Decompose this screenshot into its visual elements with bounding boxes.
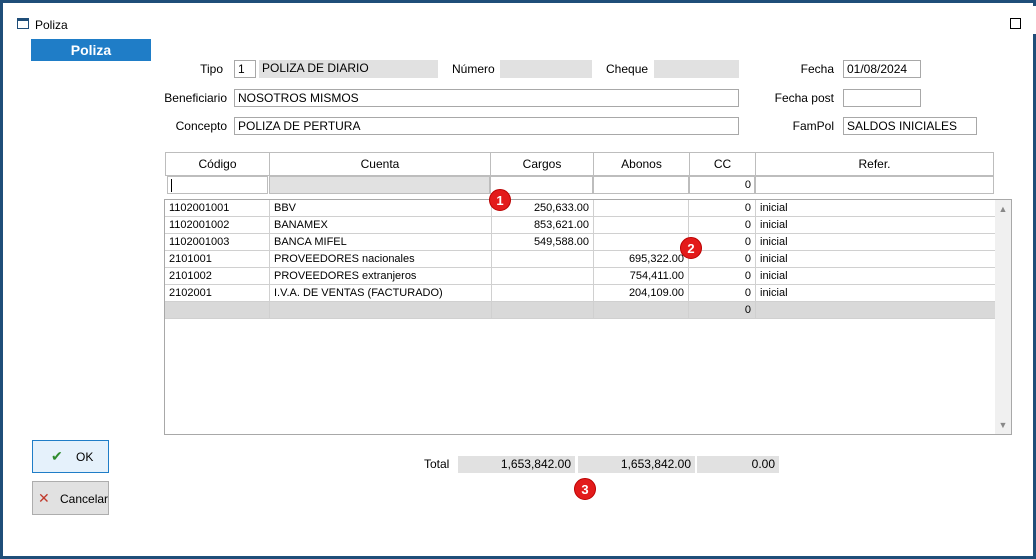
table-row[interactable]: 2102001 I.V.A. DE VENTAS (FACTURADO) 204,1…: [165, 285, 995, 302]
cell-abonos[interactable]: [594, 234, 689, 250]
cell-cuenta[interactable]: PROVEEDORES extranjeros: [270, 268, 492, 284]
window-icon: [17, 18, 29, 29]
cell-abonos[interactable]: 754,411.00: [594, 268, 689, 284]
cancel-button[interactable]: ✕ Cancelar: [32, 481, 109, 515]
fampol-label: FamPol: [792, 119, 834, 133]
cell-cargos[interactable]: [492, 285, 594, 301]
cell-cc[interactable]: 0: [689, 200, 756, 216]
fecha-label: Fecha: [800, 62, 834, 76]
cell-cargos[interactable]: [492, 302, 594, 318]
total-label: Total: [424, 457, 450, 471]
cell-codigo[interactable]: 2101001: [165, 251, 270, 267]
cell-codigo[interactable]: 1102001001: [165, 200, 270, 216]
cell-cargos[interactable]: [492, 251, 594, 267]
fecha-field[interactable]: 01/08/2024: [843, 60, 921, 78]
vertical-scrollbar[interactable]: ▲ ▼: [995, 200, 1011, 434]
grid-header: Código Cuenta Cargos Abonos CC Refer.: [165, 152, 994, 176]
cell-abonos[interactable]: [594, 302, 689, 318]
cell-codigo[interactable]: 2101002: [165, 268, 270, 284]
cuenta-input: [269, 176, 490, 194]
table-row[interactable]: 1102001003 BANCA MIFEL 549,588.00 0 inicial: [165, 234, 995, 251]
window-title: Poliza: [35, 18, 68, 32]
tipo-label: Tipo: [200, 62, 223, 76]
tipo-number-field[interactable]: 1: [234, 60, 256, 78]
cell-abonos[interactable]: [594, 200, 689, 216]
cell-refer[interactable]: inicial: [756, 234, 995, 250]
title-bar: Poliza: [6, 6, 1036, 34]
concepto-field[interactable]: POLIZA DE PERTURA: [234, 117, 739, 135]
table-row[interactable]: 2101001 PROVEEDORES nacionales 695,322.00 0…: [165, 251, 995, 268]
fecha-post-field[interactable]: [843, 89, 921, 107]
cc-input[interactable]: 0: [689, 176, 755, 194]
cell-cargos[interactable]: 549,588.00: [492, 234, 594, 250]
column-header-cuenta[interactable]: Cuenta: [270, 153, 491, 175]
cheque-field: [654, 60, 739, 78]
cell-cc[interactable]: 0: [689, 285, 756, 301]
cell-cuenta[interactable]: PROVEEDORES nacionales: [270, 251, 492, 267]
tab-poliza[interactable]: Poliza: [31, 39, 151, 61]
column-header-abonos[interactable]: Abonos: [594, 153, 690, 175]
cell-refer[interactable]: inicial: [756, 200, 995, 216]
cell-cargos[interactable]: 853,621.00: [492, 217, 594, 233]
abonos-input[interactable]: [593, 176, 689, 194]
cell-codigo[interactable]: 1102001002: [165, 217, 270, 233]
beneficiario-field[interactable]: NOSOTROS MISMOS: [234, 89, 739, 107]
total-diferencia: 0.00: [697, 456, 779, 473]
cell-cargos[interactable]: [492, 268, 594, 284]
cell-codigo[interactable]: [165, 302, 270, 318]
cell-cuenta[interactable]: I.V.A. DE VENTAS (FACTURADO): [270, 285, 492, 301]
x-icon: ✕: [38, 490, 50, 506]
concepto-label: Concepto: [175, 119, 227, 133]
table-row-blank[interactable]: 0: [165, 302, 995, 319]
ok-label: OK: [76, 450, 94, 464]
column-header-refer[interactable]: Refer.: [756, 153, 993, 175]
chevron-down-icon[interactable]: ▼: [998, 420, 1008, 430]
entries-grid[interactable]: 1102001001 BBV 250,633.00 0 inicial 110200100…: [164, 199, 1012, 435]
column-header-cc[interactable]: CC: [690, 153, 756, 175]
codigo-input[interactable]: [167, 176, 268, 194]
cell-cuenta[interactable]: [270, 302, 492, 318]
annotation-badge-2: 2: [680, 237, 702, 259]
tipo-name-field: POLIZA DE DIARIO: [259, 60, 438, 78]
cell-abonos[interactable]: 695,322.00: [594, 251, 689, 267]
check-icon: ✔: [51, 448, 63, 464]
cell-cuenta[interactable]: BANCA MIFEL: [270, 234, 492, 250]
numero-field: [500, 60, 592, 78]
cheque-label: Cheque: [606, 62, 649, 76]
entry-row: 0: [165, 176, 994, 195]
chevron-up-icon[interactable]: ▲: [998, 204, 1008, 214]
table-row[interactable]: 2101002 PROVEEDORES extranjeros 754,411.00…: [165, 268, 995, 285]
cell-refer[interactable]: [756, 302, 995, 318]
cell-refer[interactable]: inicial: [756, 251, 995, 267]
annotation-badge-3: 3: [574, 478, 596, 500]
column-header-cargos[interactable]: Cargos: [491, 153, 594, 175]
total-cargos: 1,653,842.00: [458, 456, 575, 473]
table-row[interactable]: 1102001002 BANAMEX 853,621.00 0 inicial: [165, 217, 995, 234]
cell-cc[interactable]: 0: [689, 302, 756, 318]
cell-abonos[interactable]: [594, 217, 689, 233]
cell-refer[interactable]: inicial: [756, 285, 995, 301]
beneficiario-label: Beneficiario: [164, 91, 227, 105]
column-header-codigo[interactable]: Código: [166, 153, 270, 175]
annotation-badge-1: 1: [489, 189, 511, 211]
cell-codigo[interactable]: 1102001003: [165, 234, 270, 250]
ok-button[interactable]: ✔ OK: [32, 440, 109, 473]
text-caret: [171, 179, 172, 192]
total-abonos: 1,653,842.00: [578, 456, 695, 473]
cell-refer[interactable]: inicial: [756, 217, 995, 233]
cell-cuenta[interactable]: BANAMEX: [270, 217, 492, 233]
cell-cc[interactable]: 0: [689, 217, 756, 233]
cell-codigo[interactable]: 2102001: [165, 285, 270, 301]
cancel-label: Cancelar: [60, 492, 109, 506]
cell-cuenta[interactable]: BBV: [270, 200, 492, 216]
cell-refer[interactable]: inicial: [756, 268, 995, 284]
cell-cc[interactable]: 0: [689, 268, 756, 284]
maximize-button[interactable]: [1010, 18, 1021, 29]
refer-input[interactable]: [755, 176, 994, 194]
cell-abonos[interactable]: 204,109.00: [594, 285, 689, 301]
fecha-post-label: Fecha post: [774, 91, 834, 105]
fampol-field[interactable]: SALDOS INICIALES: [843, 117, 977, 135]
table-row[interactable]: 1102001001 BBV 250,633.00 0 inicial: [165, 200, 995, 217]
numero-label: Número: [452, 62, 495, 76]
